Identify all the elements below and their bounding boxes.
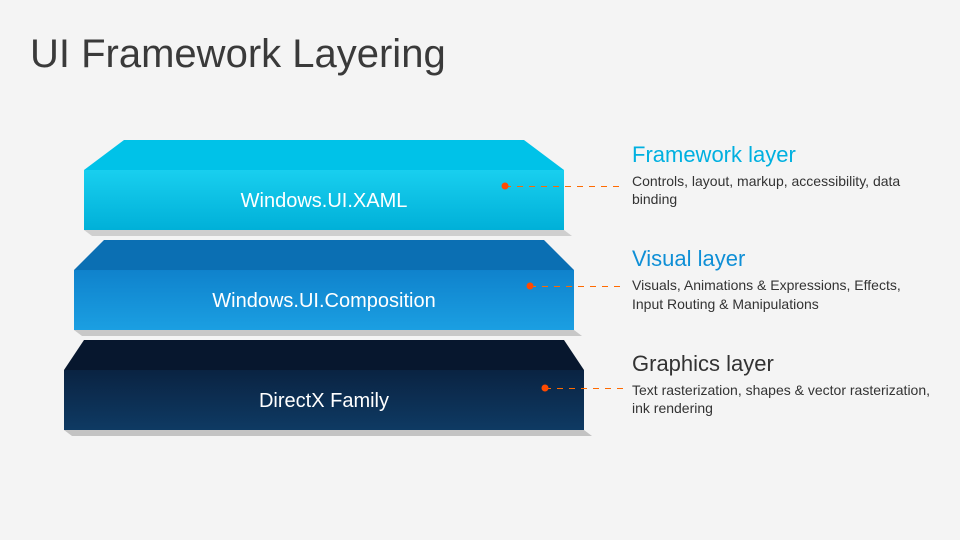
- leader-dot-1: [527, 283, 534, 290]
- slab-shadow-0: [84, 230, 572, 236]
- layer-visual: Windows.UI.Composition: [64, 240, 584, 330]
- callout-framework: Framework layer Controls, layout, markup…: [632, 142, 932, 208]
- layer-graphics: DirectX Family: [64, 340, 584, 430]
- leader-line-1: [530, 286, 624, 287]
- slab-label-visual: Windows.UI.Composition: [64, 290, 584, 313]
- slab-shadow-2: [64, 430, 592, 436]
- callout-title-framework: Framework layer: [632, 142, 932, 168]
- callout-title-visual: Visual layer: [632, 246, 932, 272]
- leader-dot-2: [542, 385, 549, 392]
- slab-shadow-1: [74, 330, 582, 336]
- callout-desc-graphics: Text rasterization, shapes & vector rast…: [632, 381, 932, 417]
- callout-graphics: Graphics layer Text rasterization, shape…: [632, 351, 932, 417]
- callout-visual: Visual layer Visuals, Animations & Expre…: [632, 246, 932, 312]
- leader-line-2: [545, 388, 624, 389]
- leader-dot-0: [502, 183, 509, 190]
- callout-desc-framework: Controls, layout, markup, accessibility,…: [632, 172, 932, 208]
- slab-top-0: [84, 140, 564, 170]
- slab-label-graphics: DirectX Family: [64, 390, 584, 413]
- callout-title-graphics: Graphics layer: [632, 351, 932, 377]
- slab-top-2: [64, 340, 584, 370]
- slab-top-1: [74, 240, 574, 270]
- callout-desc-visual: Visuals, Animations & Expressions, Effec…: [632, 276, 932, 312]
- page-title: UI Framework Layering: [30, 32, 446, 77]
- callouts: Framework layer Controls, layout, markup…: [632, 142, 932, 455]
- slab-graphics: DirectX Family: [64, 340, 584, 430]
- slab-label-framework: Windows.UI.XAML: [64, 190, 584, 213]
- slab-visual: Windows.UI.Composition: [64, 240, 584, 330]
- leader-line-0: [505, 186, 624, 187]
